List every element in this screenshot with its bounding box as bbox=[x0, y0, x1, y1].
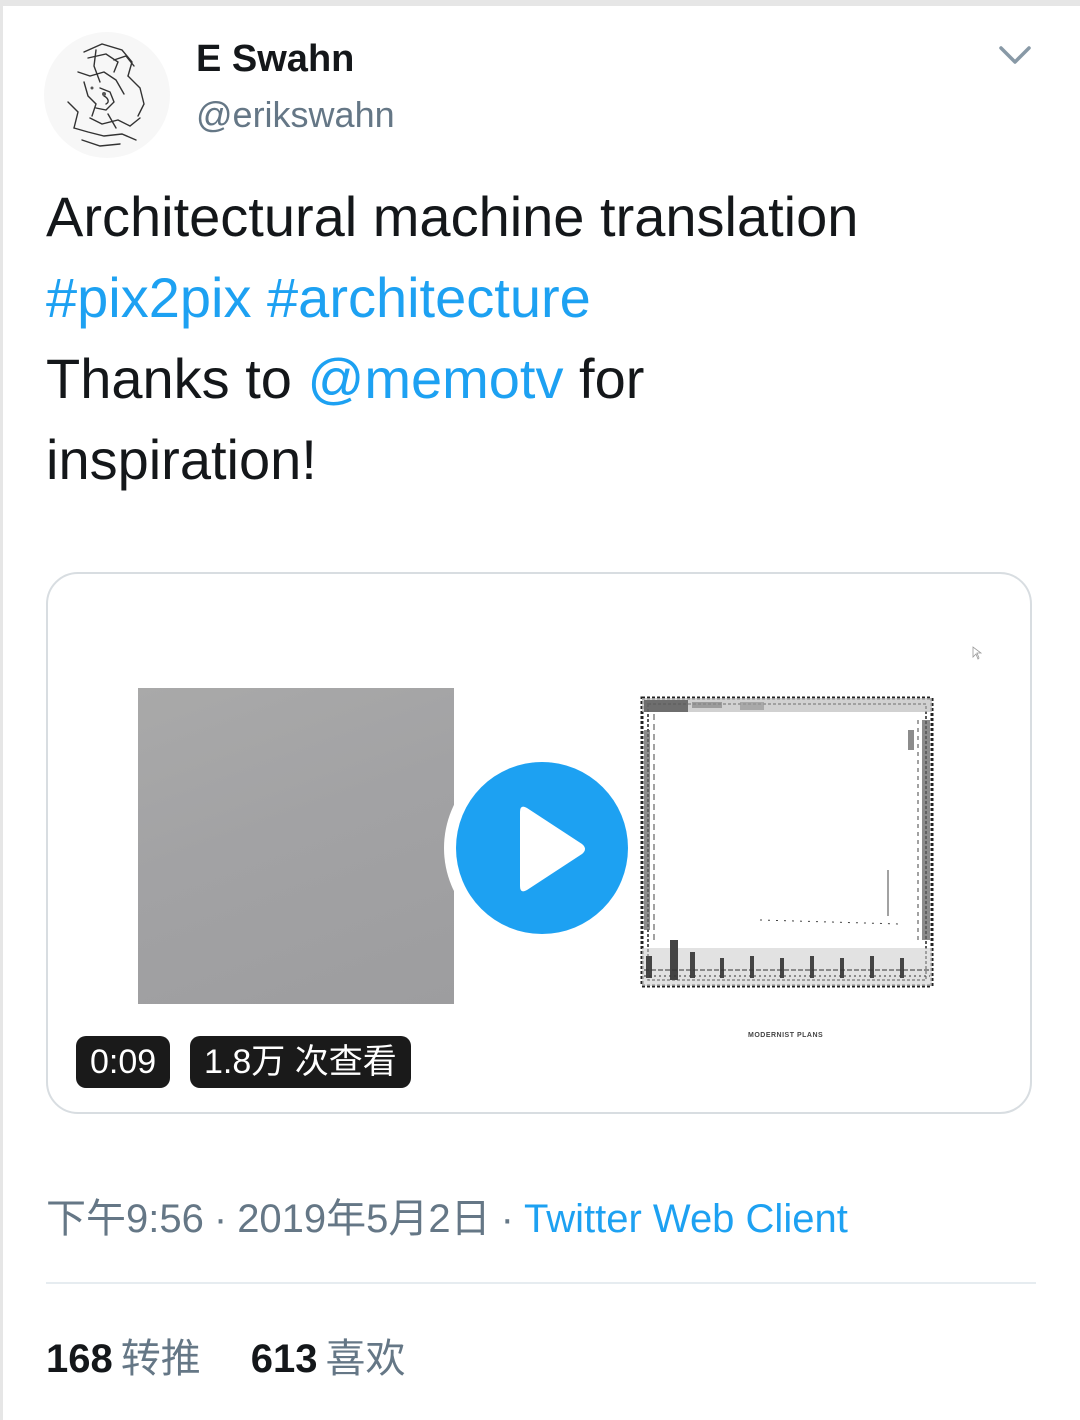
meta-separator: · bbox=[213, 1197, 228, 1241]
cursor-icon bbox=[972, 646, 982, 660]
retweets-stat[interactable]: 168 转推 bbox=[46, 1326, 201, 1384]
likes-count: 613 bbox=[250, 1337, 318, 1381]
author-handle[interactable]: @erikswahn bbox=[196, 94, 395, 136]
tweet-line-4: inspiration! bbox=[46, 428, 317, 491]
retweets-count: 168 bbox=[46, 1337, 113, 1381]
thanks-prefix: Thanks to bbox=[46, 347, 308, 410]
left-border bbox=[0, 0, 3, 1420]
mention-memotv[interactable]: @memotv bbox=[307, 347, 563, 410]
tweet-date[interactable]: 2019年5月2日 bbox=[237, 1197, 490, 1241]
play-button[interactable] bbox=[444, 750, 640, 946]
tweet-line-1: Architectural machine translation bbox=[46, 185, 859, 248]
top-border bbox=[0, 0, 1080, 6]
more-options-button[interactable] bbox=[995, 40, 1035, 70]
hashtag-pix2pix[interactable]: #pix2pix bbox=[46, 266, 251, 329]
tweet-client-link[interactable]: Twitter Web Client bbox=[524, 1197, 848, 1241]
video-duration-badge: 0:09 bbox=[76, 1036, 171, 1088]
tweet-meta: 下午9:56 · 2019年5月2日 · Twitter Web Client bbox=[46, 1186, 848, 1244]
play-button-circle bbox=[456, 762, 628, 934]
play-icon bbox=[520, 806, 585, 892]
tweet-stats: 168 转推 613 喜欢 bbox=[46, 1326, 456, 1384]
retweets-label: 转推 bbox=[120, 1337, 201, 1381]
floorplan-caption: MODERNIST PLANS bbox=[748, 1032, 824, 1039]
author-name[interactable]: E Swahn bbox=[196, 38, 354, 81]
avatar[interactable] bbox=[44, 32, 170, 158]
tweet-text: Architectural machine translation #pix2p… bbox=[46, 176, 1036, 500]
meta-separator-2: · bbox=[500, 1197, 514, 1241]
video-frame-floorplan bbox=[630, 690, 946, 1000]
video-views-badge: 1.8万 次查看 bbox=[190, 1036, 411, 1088]
tweet-hashtags: #pix2pix #architecture bbox=[46, 257, 1036, 338]
likes-stat[interactable]: 613 喜欢 bbox=[251, 1326, 406, 1384]
hashtag-architecture[interactable]: #architecture bbox=[267, 266, 591, 329]
tweet-thanks-line: Thanks to @memotv for bbox=[46, 338, 1036, 419]
divider bbox=[46, 1282, 1036, 1284]
likes-label: 喜欢 bbox=[325, 1337, 406, 1381]
tweet-time[interactable]: 下午9:56 bbox=[46, 1197, 204, 1241]
video-frame-input bbox=[138, 688, 454, 1004]
avatar-sketch-icon bbox=[67, 43, 145, 147]
video-card[interactable]: MODERNIST PLANS 0:09 1.8万 次查看 bbox=[46, 572, 1032, 1114]
thanks-suffix: for bbox=[563, 347, 645, 410]
chevron-down-icon bbox=[999, 46, 1031, 64]
